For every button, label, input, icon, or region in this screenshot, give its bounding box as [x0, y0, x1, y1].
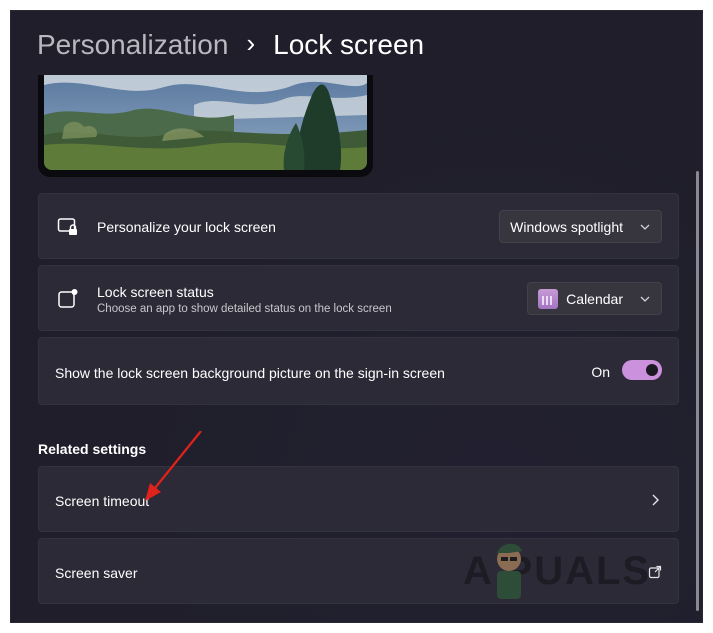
breadcrumb-separator: › [246, 27, 256, 58]
status-title: Lock screen status [97, 284, 214, 300]
chevron-down-icon [640, 224, 650, 230]
status-dropdown-value: Calendar [566, 290, 623, 307]
screen-saver-label: Screen saver [55, 565, 138, 581]
annotation-arrow-icon [145, 431, 202, 501]
lock-screen-preview [38, 75, 373, 177]
chevron-right-icon [652, 494, 659, 506]
status-icon [58, 289, 78, 308]
breadcrumb: Personalization › Lock screen [37, 25, 424, 65]
calendar-icon [538, 288, 559, 309]
personalize-lock-screen-card: Personalize your lock screen Windows spo… [38, 193, 679, 259]
settings-window: Personalization › Lock screen Personaliz… [10, 10, 703, 623]
personalize-dropdown[interactable]: Windows spotlight [499, 210, 662, 243]
preview-image [44, 75, 367, 170]
screen-timeout-row[interactable]: Screen timeout [38, 466, 679, 532]
lock-screen-status-card: Lock screen status Choose an app to show… [38, 265, 679, 331]
breadcrumb-parent[interactable]: Personalization [37, 29, 228, 61]
toggle-knob [646, 364, 658, 376]
toggle-state-label: On [591, 364, 610, 380]
lock-screen-icon [57, 218, 77, 235]
watermark-logo: A PUALS [463, 541, 673, 611]
page-title: Lock screen [273, 29, 425, 60]
scrollbar[interactable] [696, 171, 699, 611]
signin-background-card: Show the lock screen background picture … [38, 337, 679, 405]
status-subtitle: Choose an app to show detailed status on… [97, 303, 392, 315]
signin-background-toggle[interactable] [622, 360, 662, 380]
status-dropdown[interactable]: Calendar [527, 282, 662, 315]
chevron-down-icon [640, 296, 650, 302]
screen-timeout-label: Screen timeout [55, 493, 150, 509]
personalize-title: Personalize your lock screen [97, 219, 276, 235]
personalize-dropdown-value: Windows spotlight [510, 218, 623, 235]
signin-background-title: Show the lock screen background picture … [55, 365, 445, 381]
related-settings-heading: Related settings [38, 441, 147, 457]
mascot-icon [497, 543, 522, 599]
